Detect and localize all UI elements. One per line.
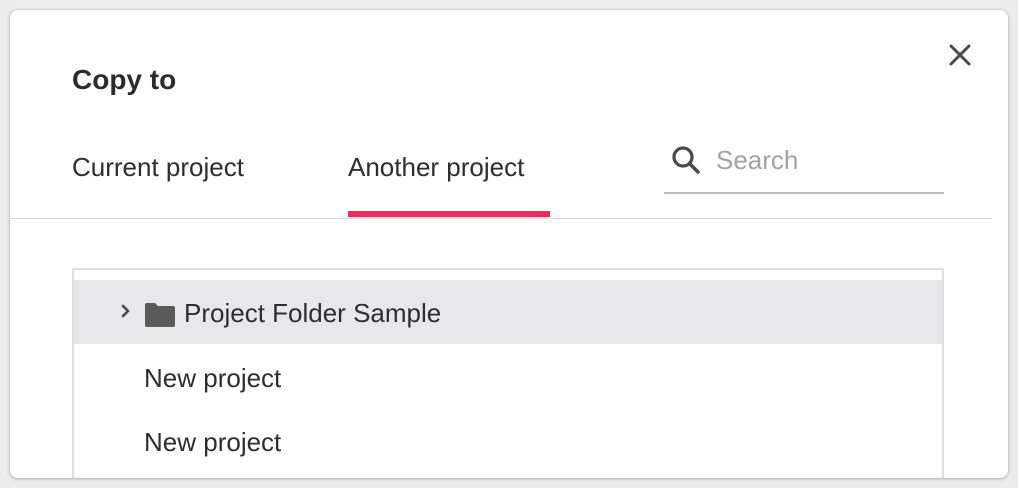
project-tree: Project Folder Sample New project New pr… — [72, 268, 944, 478]
search-input[interactable] — [716, 142, 936, 178]
folder-icon — [144, 302, 176, 333]
dialog-title: Copy to — [72, 64, 177, 95]
chevron-right-icon[interactable] — [120, 302, 132, 325]
header-divider — [10, 218, 992, 219]
tree-item-label: New project — [144, 427, 282, 457]
copy-to-dialog: Copy to Current project Another project — [10, 10, 1008, 478]
close-button[interactable] — [946, 41, 974, 69]
tab-another-project[interactable]: Another project — [348, 150, 524, 184]
tree-item-project[interactable]: New project — [74, 346, 942, 410]
tree-item-label: New project — [144, 363, 282, 393]
tree-item-label: Project Folder Sample — [184, 298, 442, 328]
search-box — [664, 138, 944, 194]
active-tab-indicator — [348, 211, 550, 217]
tree-item-folder[interactable]: Project Folder Sample — [74, 280, 942, 344]
close-icon — [949, 44, 971, 66]
tab-current-project[interactable]: Current project — [72, 150, 244, 184]
search-icon — [670, 144, 702, 181]
tree-item-project[interactable]: New project — [74, 410, 942, 474]
